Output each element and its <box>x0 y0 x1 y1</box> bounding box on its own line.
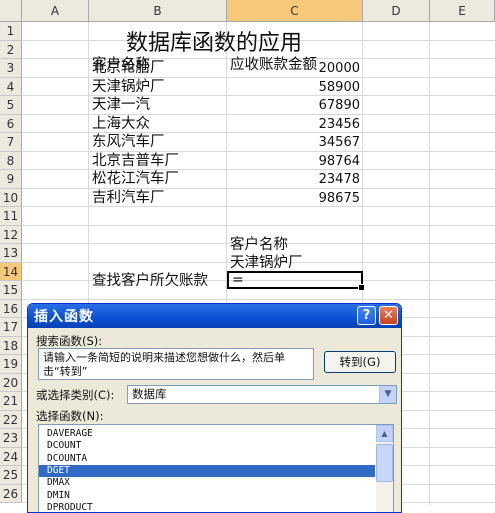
insert-function-dialog: 插入函数 ? ✕ 搜索函数(S): 请输入一条简短的说明来描述您想做什么，然后单… <box>27 303 402 513</box>
row-header-13[interactable]: 13 <box>0 244 22 263</box>
help-button[interactable]: ? <box>357 306 376 325</box>
row-header-19[interactable]: 19 <box>0 355 22 374</box>
function-item-dcounta[interactable]: DCOUNTA <box>39 453 375 465</box>
search-function-label: 搜索函数(S): <box>36 334 103 348</box>
row-header-9[interactable]: 9 <box>0 170 22 189</box>
active-cell-formula: = <box>232 272 244 288</box>
row-header-17[interactable]: 17 <box>0 318 22 337</box>
row-header-12[interactable]: 12 <box>0 225 22 244</box>
customer-name-cell[interactable]: 天津锅炉厂 <box>92 78 165 97</box>
go-button[interactable]: 转到(G) <box>324 351 396 373</box>
customer-name-cell[interactable]: 松花江汽车厂 <box>92 170 179 189</box>
function-item-dget[interactable]: DGET <box>39 464 375 477</box>
row-header-24[interactable]: 24 <box>0 447 22 466</box>
function-item-daverage[interactable]: DAVERAGE <box>39 428 375 440</box>
customer-name-cell[interactable]: 北京轮胎厂 <box>92 59 165 78</box>
amount-cell[interactable]: 98764 <box>227 152 360 171</box>
amount-cell[interactable]: 20000 <box>227 59 360 78</box>
row-header-6[interactable]: 6 <box>0 114 22 133</box>
row-header-7[interactable]: 7 <box>0 133 22 152</box>
row-gridline <box>22 298 495 300</box>
column-header-c[interactable]: C <box>227 0 363 22</box>
column-header-a[interactable]: A <box>22 0 89 22</box>
function-item-dmax[interactable]: DMAX <box>39 477 375 489</box>
customer-name-cell[interactable]: 上海大众 <box>92 115 150 134</box>
fill-handle[interactable] <box>358 284 365 291</box>
close-icon[interactable]: ✕ <box>379 306 398 325</box>
row-header-23[interactable]: 23 <box>0 429 22 448</box>
amount-cell[interactable]: 23478 <box>227 170 360 189</box>
criteria-label[interactable]: 客户名称 <box>230 236 288 255</box>
row-header-16[interactable]: 16 <box>0 299 22 318</box>
row-header-22[interactable]: 22 <box>0 410 22 429</box>
category-select-value: 数据库 <box>132 387 167 401</box>
amount-cell[interactable]: 98675 <box>227 189 360 208</box>
amount-cell[interactable]: 34567 <box>227 133 360 152</box>
amount-cell[interactable]: 58900 <box>227 78 360 97</box>
column-gridline <box>429 22 430 505</box>
row-gridline <box>22 224 495 226</box>
select-function-label: 选择函数(N): <box>36 409 104 423</box>
chevron-down-icon[interactable]: ▼ <box>379 386 396 403</box>
row-header-10[interactable]: 10 <box>0 188 22 207</box>
scroll-up-icon[interactable]: ▲ <box>376 425 393 442</box>
row-header-18[interactable]: 18 <box>0 336 22 355</box>
customer-name-cell[interactable]: 天津一汽 <box>92 96 150 115</box>
column-header-e[interactable]: E <box>430 0 495 22</box>
customer-name-cell[interactable]: 东风汽车厂 <box>92 133 165 152</box>
select-all-corner[interactable] <box>0 0 22 22</box>
row-header-1[interactable]: 1 <box>0 22 22 41</box>
sheet-title[interactable]: 数据库函数的应用 <box>126 30 302 58</box>
row-header-4[interactable]: 4 <box>0 77 22 96</box>
amount-cell[interactable]: 67890 <box>227 96 360 115</box>
dialog-title-bar[interactable]: 插入函数 ? ✕ <box>28 304 401 328</box>
row-header-3[interactable]: 3 <box>0 59 22 78</box>
row-header-5[interactable]: 5 <box>0 96 22 115</box>
row-header-15[interactable]: 15 <box>0 281 22 300</box>
row-header-11[interactable]: 11 <box>0 207 22 226</box>
function-list[interactable]: DAVERAGE DCOUNT DCOUNTA DGET DMAX DMIN DPRODUC… <box>38 424 394 512</box>
search-function-input[interactable]: 请输入一条简短的说明来描述您想做什么，然后单击“转到” <box>38 348 314 380</box>
function-list-scrollbar[interactable]: ▲ <box>376 425 393 512</box>
lookup-label[interactable]: 查找客户所欠账款 <box>92 272 208 291</box>
row-header-14[interactable]: 14 <box>0 262 22 281</box>
row-header-8[interactable]: 8 <box>0 151 22 170</box>
category-select[interactable]: 数据库 ▼ <box>127 385 397 404</box>
function-item-dcount[interactable]: DCOUNT <box>39 440 375 452</box>
customer-name-cell[interactable]: 北京吉普车厂 <box>92 152 179 171</box>
row-header-26[interactable]: 26 <box>0 484 22 503</box>
customer-name-cell[interactable]: 吉利汽车厂 <box>92 189 165 208</box>
row-header-25[interactable]: 25 <box>0 466 22 485</box>
category-label: 或选择类别(C): <box>36 388 115 402</box>
function-item-dmin[interactable]: DMIN <box>39 490 375 502</box>
column-header-d[interactable]: D <box>363 0 430 22</box>
row-header-20[interactable]: 20 <box>0 373 22 392</box>
column-header-b[interactable]: B <box>89 0 227 22</box>
row-header-2[interactable]: 2 <box>0 40 22 59</box>
amount-cell[interactable]: 23456 <box>227 115 360 134</box>
scroll-thumb[interactable] <box>376 444 393 482</box>
active-cell-c14[interactable]: = <box>227 271 365 291</box>
function-item-dproduct[interactable]: DPRODUCT <box>39 502 375 512</box>
dialog-title: 插入函数 <box>34 309 94 325</box>
row-header-21[interactable]: 21 <box>0 392 22 411</box>
